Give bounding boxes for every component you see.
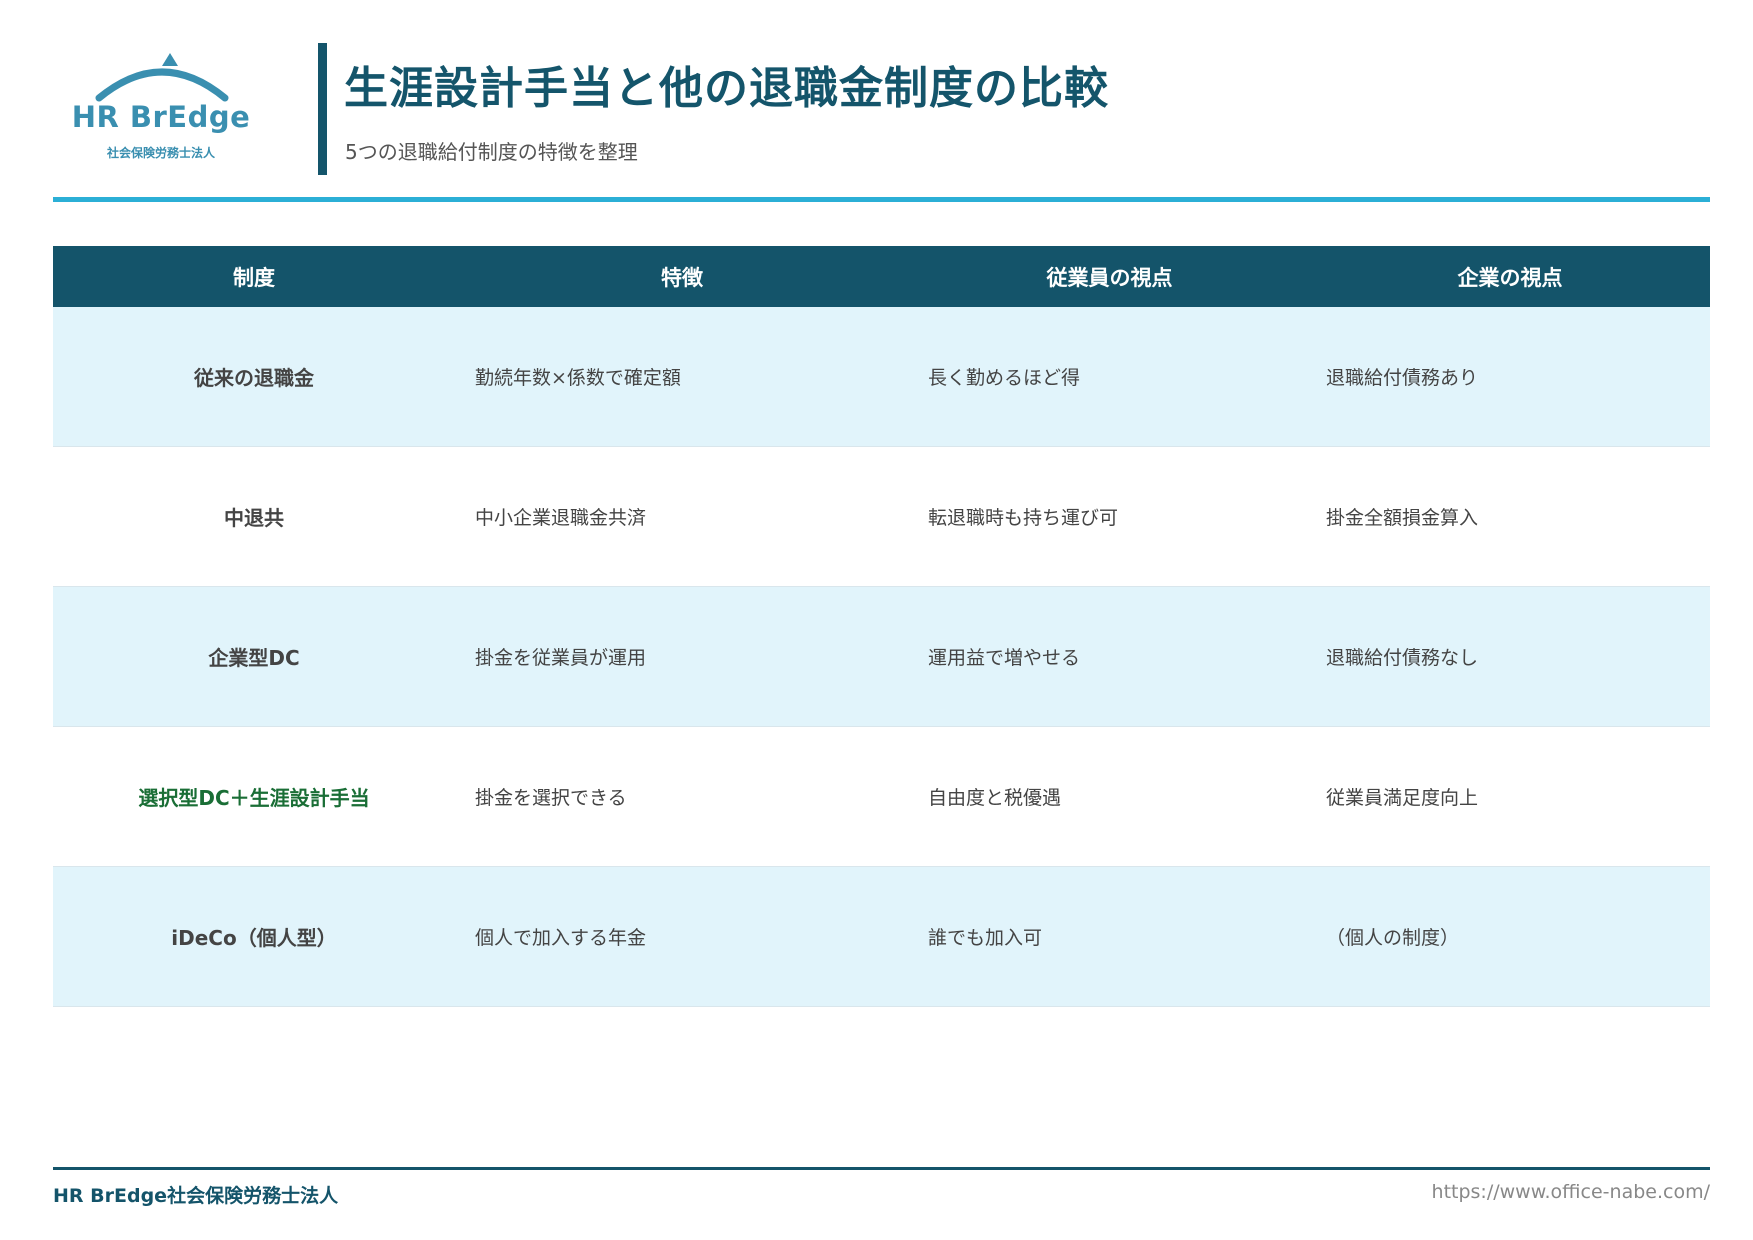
- employee-view-cell: 転退職時も持ち運び可: [928, 507, 1119, 529]
- employee-view-cell: 誰でも加入可: [928, 927, 1043, 949]
- footer-url-link[interactable]: https://www.office-nabe.com/: [1432, 1181, 1710, 1203]
- system-name: 企業型DC: [208, 646, 300, 670]
- employee-view-cell: 運用益で増やせる: [928, 647, 1081, 669]
- system-name: iDeCo（個人型）: [171, 926, 337, 950]
- table-header: 制度 特徴 従業員の視点 企業の視点: [53, 246, 1710, 307]
- system-name: 中退共: [224, 506, 284, 530]
- title-accent-bar: [318, 43, 327, 175]
- employee-view-cell: 長く勤めるほど得: [928, 367, 1081, 389]
- system-name-highlighted: 選択型DC＋生涯設計手当: [138, 786, 370, 810]
- company-view-cell: 退職給付債務あり: [1326, 367, 1479, 389]
- table-row: 従来の退職金 勤続年数×係数で確定額 長く勤めるほど得 退職給付債務あり: [53, 307, 1710, 447]
- company-logo: HR BrEdge 社会保険労務士法人: [71, 48, 251, 168]
- table-row: 企業型DC 掛金を従業員が運用 運用益で増やせる 退職給付債務なし: [53, 587, 1710, 727]
- page-subtitle: 5つの退職給付制度の特徴を整理: [345, 140, 638, 164]
- system-name: 従来の退職金: [194, 366, 314, 390]
- header-divider: [53, 197, 1710, 202]
- footer-divider: [53, 1167, 1710, 1170]
- feature-cell: 勤続年数×係数で確定額: [475, 367, 681, 389]
- bridge-arc-icon: [95, 53, 229, 102]
- table-row: iDeCo（個人型） 個人で加入する年金 誰でも加入可 （個人の制度）: [53, 867, 1710, 1007]
- feature-cell: 中小企業退職金共済: [475, 507, 647, 529]
- column-header-system: 制度: [233, 265, 275, 290]
- page: HR BrEdge 社会保険労務士法人 生涯設計手当と他の退職金制度の比較 5つ…: [53, 0, 1710, 1240]
- comparison-table: 制度 特徴 従業員の視点 企業の視点 従来の退職金 勤続年数×係数で確定額 長く…: [53, 246, 1710, 1007]
- company-view-cell: （個人の制度）: [1326, 927, 1460, 949]
- company-view-cell: 従業員満足度向上: [1326, 787, 1479, 809]
- column-header-feature: 特徴: [661, 265, 703, 290]
- table-row-highlighted: 選択型DC＋生涯設計手当 掛金を選択できる 自由度と税優遇 従業員満足度向上: [53, 727, 1710, 867]
- column-header-company-view: 企業の視点: [1457, 265, 1563, 290]
- company-view-cell: 掛金全額損金算入: [1326, 507, 1479, 529]
- feature-cell: 掛金を従業員が運用: [475, 647, 647, 669]
- footer-company-name: HR BrEdge社会保険労務士法人: [53, 1185, 339, 1207]
- feature-cell: 掛金を選択できる: [475, 787, 627, 809]
- employee-view-cell: 自由度と税優遇: [928, 787, 1062, 809]
- table-row: 中退共 中小企業退職金共済 転退職時も持ち運び可 掛金全額損金算入: [53, 447, 1710, 587]
- column-header-employee-view: 従業員の視点: [1046, 265, 1173, 290]
- logo-subtitle: 社会保険労務士法人: [106, 146, 215, 160]
- company-view-cell: 退職給付債務なし: [1326, 647, 1479, 669]
- feature-cell: 個人で加入する年金: [475, 927, 647, 949]
- page-title: 生涯設計手当と他の退職金制度の比較: [344, 63, 1109, 114]
- logo-name: HR BrEdge: [71, 100, 251, 134]
- header: HR BrEdge 社会保険労務士法人 生涯設計手当と他の退職金制度の比較 5つ…: [53, 40, 1710, 202]
